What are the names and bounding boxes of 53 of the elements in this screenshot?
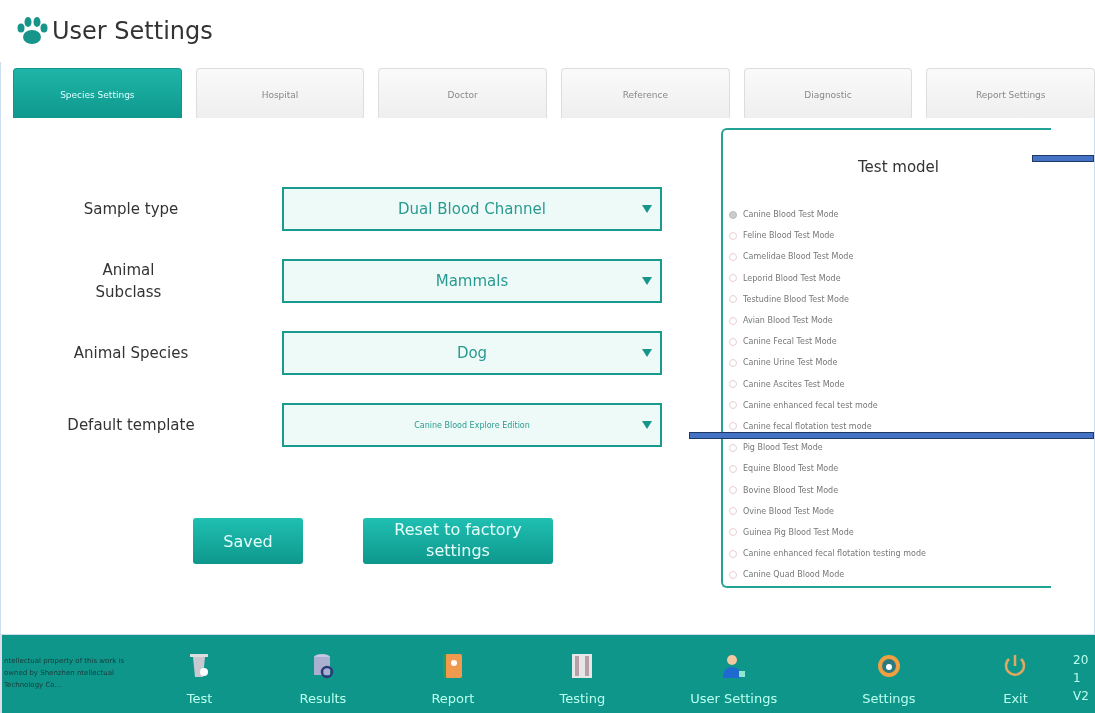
option-label[interactable]: Leporid Blood Test Mode: [743, 273, 841, 283]
annotation-bar: [1032, 155, 1094, 162]
dropdown[interactable]: Mammals: [282, 259, 662, 303]
tab[interactable]: Hospital: [195, 68, 365, 120]
status-text: 20: [1073, 653, 1090, 667]
nav-button[interactable]: Test: [184, 642, 215, 706]
nav-button[interactable]: Exit: [1000, 642, 1031, 706]
dropdown[interactable]: Canine Blood Explore Edition: [282, 403, 662, 447]
option-label[interactable]: Canine enhanced fecal test mode: [743, 400, 878, 410]
option-label[interactable]: Canine Fecal Test Mode: [743, 337, 837, 347]
tab[interactable]: Species Settings: [13, 68, 182, 120]
option-label[interactable]: Equine Blood Test Mode: [743, 464, 839, 474]
status-text: 1: [1073, 671, 1082, 685]
nav-button[interactable]: Settings: [862, 642, 916, 706]
option-label[interactable]: Testudine Blood Test Mode: [743, 294, 849, 304]
caret-icon: [642, 205, 652, 213]
tab[interactable]: Doctor: [378, 68, 547, 120]
option-label[interactable]: Pig Blood Test Mode: [743, 443, 823, 453]
nav-button[interactable]: Testing: [559, 642, 606, 706]
field-label: Animal Species: [72, 342, 190, 364]
window-title: User Settings: [52, 17, 213, 45]
tab[interactable]: Report Settings: [926, 68, 1095, 120]
option-label[interactable]: Ovine Blood Test Mode: [743, 506, 834, 516]
option-label[interactable]: Canine Urine Test Mode: [743, 358, 838, 368]
nav-button[interactable]: User Settings: [690, 642, 778, 706]
nav-button[interactable]: Results: [299, 642, 347, 706]
caret-icon: [642, 349, 652, 357]
action-button[interactable]: Saved: [193, 518, 303, 564]
option-label[interactable]: Feline Blood Test Mode: [743, 231, 835, 241]
option-label[interactable]: Canine Ascites Test Mode: [743, 379, 845, 389]
panel-title: Test model: [858, 158, 939, 176]
option-label[interactable]: Canine Blood Test Mode: [743, 210, 839, 220]
dropdown[interactable]: Dog: [282, 331, 662, 375]
option-label[interactable]: Guinea Pig Blood Test Mode: [743, 527, 854, 537]
action-button[interactable]: Reset to factory settings: [363, 518, 553, 564]
option-label[interactable]: Avian Blood Test Mode: [743, 316, 833, 326]
dropdown[interactable]: Dual Blood Channel: [282, 187, 662, 231]
paw-icon: [16, 16, 48, 46]
nav-button[interactable]: Report: [431, 642, 475, 706]
tab[interactable]: Diagnostic: [743, 68, 913, 120]
field-label: Sample type: [82, 198, 180, 220]
radio-button[interactable]: [729, 210, 737, 219]
tab[interactable]: Reference: [561, 68, 730, 120]
option-label[interactable]: Bovine Blood Test Mode: [743, 485, 839, 495]
option-label[interactable]: Canine enhanced fecal flotation testing mode: [743, 549, 926, 559]
option-label[interactable]: Canine fecal flotation test mode: [743, 421, 872, 431]
field-label: Default template: [66, 414, 196, 436]
caret-icon: [642, 277, 652, 285]
option-label[interactable]: Canine Quad Blood Mode: [743, 570, 845, 580]
field-label: Animal Subclass: [94, 259, 163, 303]
caret-icon: [642, 421, 652, 429]
status-text: V2: [1073, 689, 1090, 703]
option-label[interactable]: Camelidae Blood Test Mode: [743, 252, 854, 262]
